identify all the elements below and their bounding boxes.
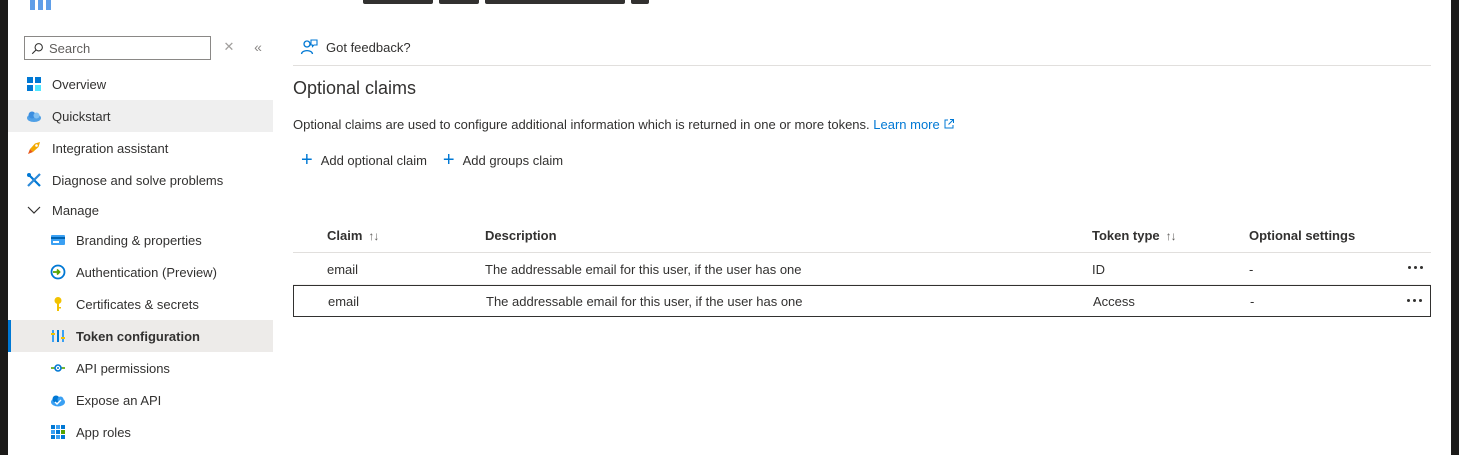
expose-api-cloud-icon <box>50 392 66 408</box>
sidebar-item-label: Expose an API <box>76 392 162 408</box>
app-roles-grid-icon <box>50 424 66 440</box>
page-header-cut <box>363 0 649 4</box>
sidebar-item-expose-api[interactable]: Expose an API <box>8 384 273 416</box>
search-input[interactable] <box>49 40 199 56</box>
cell-token-type: ID <box>1092 262 1105 277</box>
sidebar-item-label: Certificates & secrets <box>76 296 199 312</box>
toolbar-divider <box>293 65 1431 66</box>
sidebar: ✕ « Overview Quickstart Integration a <box>8 30 273 455</box>
sort-icon: ↑↓ <box>1165 228 1177 243</box>
sidebar-item-overview[interactable]: Overview <box>8 68 273 100</box>
column-header-optional-settings: Optional settings <box>1249 228 1355 243</box>
column-header-description: Description <box>485 228 557 243</box>
sidebar-group-manage[interactable]: Manage <box>8 196 273 224</box>
rocket-icon <box>26 140 42 156</box>
sidebar-item-quickstart[interactable]: Quickstart <box>8 100 273 132</box>
sidebar-item-authentication[interactable]: Authentication (Preview) <box>8 256 273 288</box>
cell-claim: email <box>328 294 360 309</box>
column-header-label: Token type <box>1092 228 1160 243</box>
cell-description: The addressable email for this user, if … <box>485 262 802 277</box>
feedback-button[interactable]: Got feedback? <box>300 38 411 56</box>
sidebar-item-label: Quickstart <box>52 108 111 124</box>
sidebar-item-api-permissions[interactable]: API permissions <box>8 352 273 384</box>
plus-icon: + <box>442 149 455 171</box>
table-row[interactable]: email The addressable email for this use… <box>293 253 1431 285</box>
sort-icon: ↑↓ <box>368 228 379 243</box>
column-header-label: Description <box>485 228 557 243</box>
plus-icon: + <box>301 149 313 171</box>
cell-token-type: Access <box>1093 294 1135 309</box>
clear-search-icon[interactable]: ✕ <box>222 40 236 54</box>
column-header-token-type[interactable]: Token type ↑↓ <box>1092 228 1177 243</box>
collapse-sidebar-icon[interactable]: « <box>250 39 266 55</box>
app-window: ✕ « Overview Quickstart Integration a <box>8 0 1451 455</box>
authentication-icon <box>50 264 66 280</box>
sidebar-item-integration-assistant[interactable]: Integration assistant <box>8 132 273 164</box>
more-options-icon[interactable] <box>1405 258 1425 276</box>
api-permissions-icon <box>50 360 66 376</box>
external-link-icon <box>944 119 954 129</box>
sidebar-search-row: ✕ « <box>24 36 274 60</box>
feedback-person-icon <box>300 39 318 55</box>
sidebar-item-diagnose[interactable]: Diagnose and solve problems <box>8 164 273 196</box>
sidebar-item-app-roles[interactable]: App roles <box>8 416 273 448</box>
quickstart-cloud-icon <box>26 108 42 124</box>
description-text: Optional claims are used to configure ad… <box>293 117 870 132</box>
search-icon <box>31 42 43 54</box>
sidebar-item-label: Diagnose and solve problems <box>52 172 224 188</box>
search-box[interactable] <box>24 36 211 60</box>
sidebar-item-label: App roles <box>76 424 131 440</box>
add-groups-claim-label: Add groups claim <box>462 152 564 168</box>
claims-actions: + Add optional claim + Add groups claim <box>301 150 563 170</box>
overview-grid-icon <box>26 76 42 92</box>
learn-more-link[interactable]: Learn more <box>873 117 954 132</box>
sidebar-item-label: Overview <box>52 76 107 92</box>
sidebar-item-token-configuration[interactable]: Token configuration <box>8 320 273 352</box>
cell-claim: email <box>327 262 359 277</box>
page-title: Optional claims <box>293 78 417 98</box>
cell-description: The addressable email for this user, if … <box>486 294 803 309</box>
feedback-label: Got feedback? <box>326 39 411 55</box>
table-row[interactable]: email The addressable email for this use… <box>293 285 1431 317</box>
token-bars-icon <box>50 328 66 344</box>
sidebar-item-label: Branding & properties <box>76 232 202 248</box>
sidebar-item-branding[interactable]: Branding & properties <box>8 224 273 256</box>
page-description: Optional claims are used to configure ad… <box>293 117 955 132</box>
table-header: Claim ↑↓ Description Token type ↑↓ Optio… <box>293 220 1431 253</box>
app-logo <box>30 0 60 10</box>
sidebar-nav: Overview Quickstart Integration assistan… <box>8 68 273 448</box>
sidebar-item-label: API permissions <box>76 360 170 376</box>
key-icon <box>50 296 66 312</box>
chevron-down-icon <box>26 202 42 218</box>
add-groups-claim-button[interactable]: + Add groups claim <box>443 150 563 170</box>
add-optional-claim-button[interactable]: + Add optional claim <box>301 150 427 170</box>
learn-more-label: Learn more <box>873 117 940 132</box>
sidebar-item-label: Integration assistant <box>52 140 169 156</box>
sidebar-item-label: Token configuration <box>76 328 200 344</box>
branding-card-icon <box>50 232 66 248</box>
add-optional-claim-label: Add optional claim <box>320 152 427 168</box>
main-content: Got feedback? Optional claims Optional c… <box>293 30 1431 455</box>
column-header-claim[interactable]: Claim ↑↓ <box>327 228 379 243</box>
sidebar-item-label: Manage <box>52 202 99 218</box>
sidebar-item-certificates[interactable]: Certificates & secrets <box>8 288 273 320</box>
cell-optional-settings: - <box>1250 294 1255 309</box>
column-header-label: Claim <box>327 228 363 243</box>
more-options-icon[interactable] <box>1404 291 1424 309</box>
cell-optional-settings: - <box>1249 262 1254 277</box>
wrench-icon <box>26 172 42 188</box>
sidebar-item-label: Authentication (Preview) <box>76 264 217 280</box>
column-header-label: Optional settings <box>1249 228 1356 243</box>
claims-table: Claim ↑↓ Description Token type ↑↓ Optio… <box>293 220 1431 317</box>
